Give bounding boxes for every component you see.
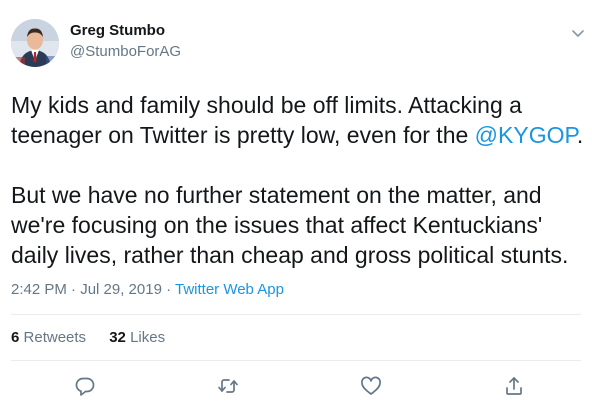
divider: [11, 360, 581, 361]
mention-link[interactable]: @KYGOP: [475, 122, 577, 148]
user-handle[interactable]: @StumboForAG: [70, 42, 181, 62]
retweets-count: 6: [11, 329, 20, 346]
reply-icon[interactable]: [74, 375, 96, 397]
likes-count: 32: [109, 329, 126, 346]
likes-stat[interactable]: 32 Likes: [109, 329, 165, 346]
action-bar: [0, 375, 592, 399]
tweet-paragraph-2: But we have no further statement on the …: [11, 182, 569, 268]
share-icon[interactable]: [503, 375, 525, 397]
tweet-text: My kids and family should be off limits.…: [11, 90, 586, 270]
avatar[interactable]: [11, 19, 59, 67]
tweet: Greg Stumbo @StumboForAG My kids and fam…: [0, 0, 592, 410]
display-name[interactable]: Greg Stumbo: [70, 21, 165, 41]
chevron-down-icon[interactable]: [568, 23, 588, 43]
source-link[interactable]: Twitter Web App: [175, 281, 284, 298]
tweet-text-part: My kids and family should be off limits.…: [11, 92, 522, 148]
avatar-photo: [11, 19, 59, 67]
tweet-stats: 6 Retweets 32 Likes: [11, 328, 184, 348]
like-icon[interactable]: [360, 375, 382, 397]
retweets-label: Retweets: [23, 329, 87, 346]
retweets-stat[interactable]: 6 Retweets: [11, 329, 86, 346]
retweet-icon[interactable]: [217, 375, 239, 397]
timestamp[interactable]: 2:42 PM · Jul 29, 2019 ·: [11, 281, 175, 298]
tweet-paragraph-1: My kids and family should be off limits.…: [11, 90, 586, 150]
divider: [11, 314, 581, 315]
tweet-text-end: .: [576, 122, 584, 148]
tweet-meta: 2:42 PM · Jul 29, 2019 · Twitter Web App: [11, 280, 284, 300]
likes-label: Likes: [130, 329, 166, 346]
